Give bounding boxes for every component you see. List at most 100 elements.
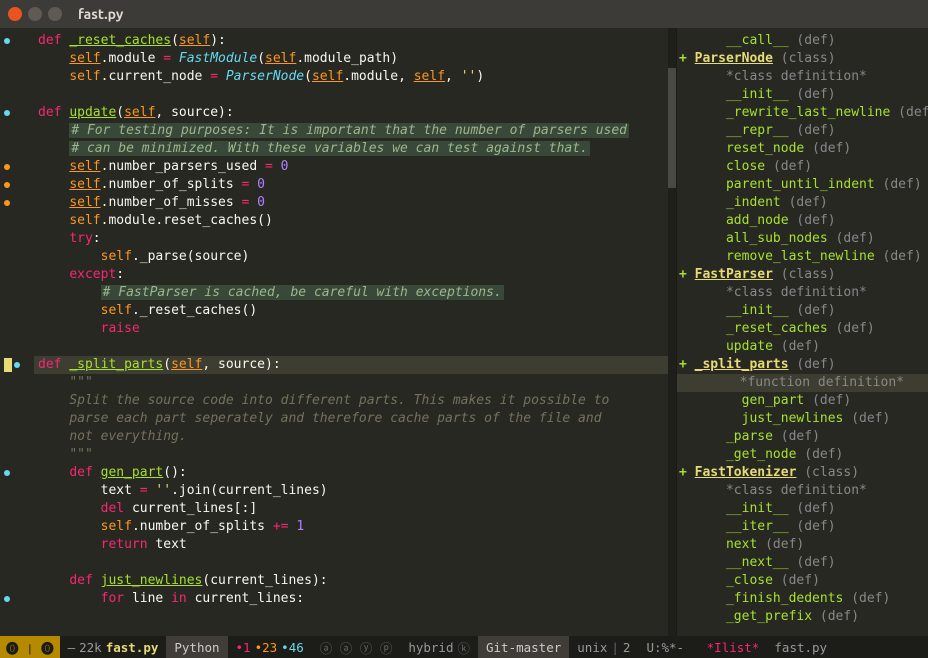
code-line[interactable]: self.number_parsers_used = 0 — [34, 158, 668, 176]
gutter-line — [0, 464, 34, 482]
outline-class[interactable]: + FastTokenizer (class) — [677, 464, 928, 482]
gutter-line — [0, 176, 34, 194]
code-line[interactable]: self.number_of_misses = 0 — [34, 194, 668, 212]
code-line[interactable]: self.module.reset_caches() — [34, 212, 668, 230]
window-titlebar: fast.py — [0, 0, 928, 28]
code-line[interactable]: """ — [34, 374, 668, 392]
code-line[interactable]: self.module = FastModule(self.module_pat… — [34, 50, 668, 68]
code-line[interactable]: """ — [34, 446, 668, 464]
outline-item[interactable]: _close (def) — [677, 572, 928, 590]
outline-item[interactable]: __call__ (def) — [677, 32, 928, 50]
outline-item[interactable]: *function definition* — [677, 374, 928, 392]
gutter-line — [0, 482, 34, 500]
gutter-line — [0, 428, 34, 446]
fold-marker-icon[interactable] — [4, 596, 10, 602]
code-line[interactable]: self._parse(source) — [34, 248, 668, 266]
code-line[interactable]: Split the source code into different par… — [34, 392, 668, 410]
gutter-line — [0, 284, 34, 302]
sb-minor-modes: ⓐ ⓐ ⓨ ⓟ — [312, 636, 401, 658]
maximize-icon[interactable] — [48, 7, 62, 21]
code-line[interactable]: self.number_of_splits = 0 — [34, 176, 668, 194]
code-line[interactable]: except: — [34, 266, 668, 284]
code-line[interactable]: return text — [34, 536, 668, 554]
code-line[interactable]: raise — [34, 320, 668, 338]
editor-pane[interactable]: def _reset_caches(self): self.module = F… — [0, 28, 668, 636]
outline-item[interactable]: __repr__ (def) — [677, 122, 928, 140]
gutter-line — [0, 356, 34, 374]
code-line[interactable]: # For testing purposes: It is important … — [34, 122, 668, 140]
sb-position: — 22k fast.py — [60, 636, 167, 658]
gutter-line — [0, 248, 34, 266]
outline-item[interactable]: next (def) — [677, 536, 928, 554]
outline-item[interactable]: add_node (def) — [677, 212, 928, 230]
code-line[interactable]: del current_lines[:] — [34, 500, 668, 518]
close-icon[interactable] — [8, 7, 22, 21]
code-line[interactable]: def _split_parts(self, source): — [34, 356, 668, 374]
code-line[interactable]: parse each part seperately and therefore… — [34, 410, 668, 428]
sb-vcs: Git-master — [478, 636, 569, 658]
sb-warnings[interactable]: ⓿ ❘ ⓿ — [0, 636, 60, 658]
editor-scrollbar[interactable] — [668, 28, 676, 636]
gutter-line — [0, 320, 34, 338]
outline-item[interactable]: _parse (def) — [677, 428, 928, 446]
fold-marker-icon[interactable] — [4, 38, 10, 44]
sb-encoding: unix | 2 — [569, 636, 638, 658]
code-line[interactable]: def just_newlines(current_lines): — [34, 572, 668, 590]
code-line[interactable]: def _reset_caches(self): — [34, 32, 668, 50]
outline-item[interactable]: _finish_dedents (def) — [677, 590, 928, 608]
outline-pane[interactable]: __call__ (def)+ ParserNode (class) *clas… — [676, 28, 928, 636]
sb-layout: hybrid ⓚ — [400, 636, 478, 658]
outline-item[interactable]: _get_node (def) — [677, 446, 928, 464]
outline-item[interactable]: __next__ (def) — [677, 554, 928, 572]
outline-item[interactable]: remove_last_newline (def) — [677, 248, 928, 266]
code-line[interactable]: try: — [34, 230, 668, 248]
gutter-line — [0, 338, 34, 356]
code-line[interactable]: def update(self, source): — [34, 104, 668, 122]
gutter-line — [0, 410, 34, 428]
gutter-line — [0, 374, 34, 392]
editor-gutter — [0, 28, 34, 636]
code-line[interactable] — [34, 86, 668, 104]
outline-item[interactable]: *class definition* — [677, 68, 928, 86]
code-line[interactable] — [34, 554, 668, 572]
code-line[interactable]: def gen_part(): — [34, 464, 668, 482]
code-line[interactable]: self._reset_caches() — [34, 302, 668, 320]
minimize-icon[interactable] — [28, 7, 42, 21]
outline-item[interactable]: just_newlines (def) — [677, 410, 928, 428]
outline-item[interactable]: *class definition* — [677, 284, 928, 302]
fold-marker-icon[interactable] — [4, 470, 10, 476]
editor-code[interactable]: def _reset_caches(self): self.module = F… — [34, 28, 668, 636]
code-line[interactable] — [34, 338, 668, 356]
outline-item[interactable]: parent_until_indent (def) — [677, 176, 928, 194]
outline-item[interactable]: __iter__ (def) — [677, 518, 928, 536]
outline-class[interactable]: + ParserNode (class) — [677, 50, 928, 68]
gutter-line — [0, 590, 34, 608]
outline-item[interactable]: close (def) — [677, 158, 928, 176]
code-line[interactable]: for line in current_lines: — [34, 590, 668, 608]
outline-item[interactable]: _get_prefix (def) — [677, 608, 928, 626]
outline-item[interactable]: __init__ (def) — [677, 86, 928, 104]
outline-item[interactable]: _indent (def) — [677, 194, 928, 212]
outline-item[interactable]: reset_node (def) — [677, 140, 928, 158]
code-line[interactable]: # FastParser is cached, be careful with … — [34, 284, 668, 302]
outline-item[interactable]: gen_part (def) — [677, 392, 928, 410]
gutter-line — [0, 302, 34, 320]
fold-marker-icon[interactable] — [4, 110, 10, 116]
outline-item[interactable]: __init__ (def) — [677, 500, 928, 518]
outline-item[interactable]: __init__ (def) — [677, 302, 928, 320]
outline-item[interactable]: + _split_parts (def) — [677, 356, 928, 374]
outline-item[interactable]: update (def) — [677, 338, 928, 356]
code-line[interactable]: self.number_of_splits += 1 — [34, 518, 668, 536]
code-line[interactable]: not everything. — [34, 428, 668, 446]
code-line[interactable]: self.current_node = ParserNode(self.modu… — [34, 68, 668, 86]
sb-major-mode[interactable]: Python — [166, 636, 227, 658]
outline-class[interactable]: + FastParser (class) — [677, 266, 928, 284]
gutter-line — [0, 500, 34, 518]
outline-item[interactable]: *class definition* — [677, 482, 928, 500]
fold-marker-icon[interactable] — [14, 362, 20, 368]
outline-item[interactable]: _reset_caches (def) — [677, 320, 928, 338]
outline-item[interactable]: _rewrite_last_newline (def) — [677, 104, 928, 122]
outline-item[interactable]: all_sub_nodes (def) — [677, 230, 928, 248]
code-line[interactable]: text = ''.join(current_lines) — [34, 482, 668, 500]
code-line[interactable]: # can be minimized. With these variables… — [34, 140, 668, 158]
